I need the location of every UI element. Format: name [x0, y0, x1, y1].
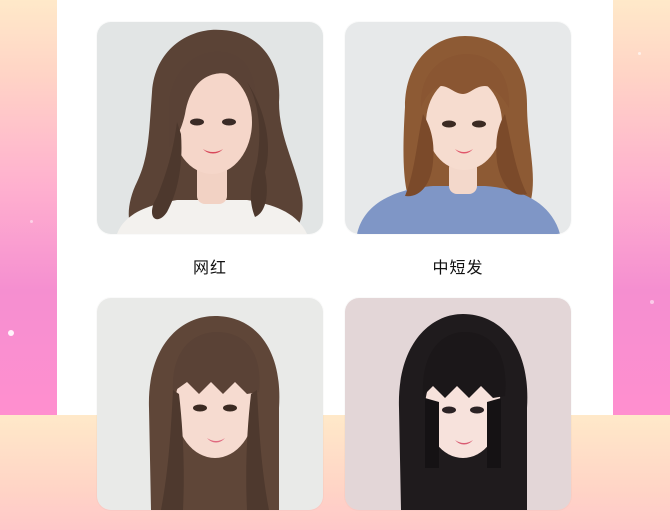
hairstyle-photo-medium-short[interactable] [345, 22, 571, 234]
sparkle-dot [8, 330, 14, 336]
hairstyle-option-medium-short[interactable]: 中短发 [345, 22, 571, 278]
hairstyle-photo-wanghong[interactable] [97, 22, 323, 234]
hairstyle-label: 中短发 [432, 258, 484, 277]
hairstyle-grid-card: 网红 中短发 [57, 0, 613, 510]
hairstyle-option-3[interactable] [97, 298, 323, 530]
hairstyle-option-4[interactable] [345, 298, 571, 530]
hairstyle-label: 网红 [192, 258, 227, 277]
hairstyle-photo-3[interactable] [97, 298, 323, 510]
hairstyle-option-wanghong[interactable]: 网红 [97, 22, 323, 278]
sparkle-dot [650, 300, 654, 304]
hairstyle-photo-4[interactable] [345, 298, 571, 510]
sparkle-dot [638, 52, 641, 55]
sparkle-dot [30, 220, 33, 223]
